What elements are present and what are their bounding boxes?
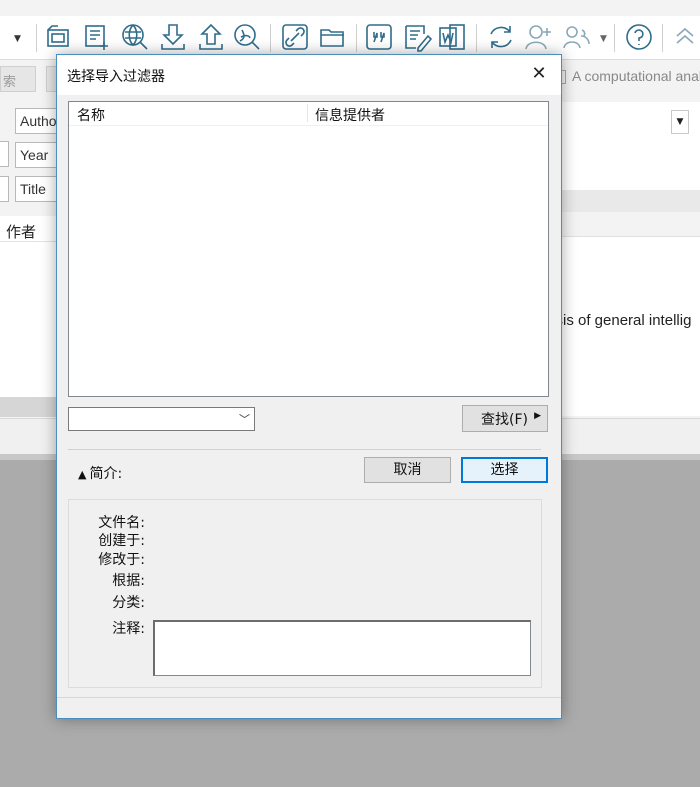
dialog-title: 选择导入过滤器: [67, 69, 165, 85]
toolbar-separator: [614, 24, 615, 52]
info-label-comment: 注释:: [112, 621, 145, 637]
info-label-created: 创建于:: [98, 533, 145, 549]
dialog-bottom-divider: [57, 697, 561, 698]
share-group-icon[interactable]: [562, 22, 592, 52]
reference-title-text: A computational anal: [572, 68, 700, 84]
toolbar-separator: [476, 24, 477, 52]
share-dropdown-icon[interactable]: ▼: [600, 34, 607, 44]
field-dropdown[interactable]: [0, 141, 9, 167]
dropdown-arrow-icon[interactable]: ▼: [14, 34, 21, 44]
import-icon[interactable]: [158, 22, 188, 52]
online-search-icon[interactable]: [120, 22, 150, 52]
new-group-icon[interactable]: [44, 22, 74, 52]
info-label-filename: 文件名:: [98, 515, 145, 531]
field-dropdown[interactable]: [0, 176, 9, 202]
brief-toggle[interactable]: ▲ 简介:: [78, 463, 122, 483]
find-button[interactable]: 查找(F) ▶: [462, 405, 548, 432]
cancel-button[interactable]: 取消: [364, 457, 451, 483]
brief-label: 简介:: [89, 466, 123, 482]
sync-icon[interactable]: [486, 22, 516, 52]
word-icon[interactable]: [438, 22, 468, 52]
column-header-name[interactable]: 名称: [77, 105, 105, 125]
comment-textarea[interactable]: [153, 620, 531, 676]
find-button-label: 查找(F): [481, 412, 528, 428]
info-label-based-on: 根据:: [112, 573, 145, 589]
toolbar-separator: [270, 24, 271, 52]
info-label-category: 分类:: [112, 595, 145, 611]
chevron-down-icon[interactable]: ▼: [671, 110, 689, 134]
reference-list: [0, 242, 58, 397]
help-icon[interactable]: [624, 22, 654, 52]
share-user-icon[interactable]: [524, 22, 554, 52]
close-icon[interactable]: ✕: [525, 61, 553, 87]
chevron-right-icon: ▶: [534, 411, 541, 421]
export-icon[interactable]: [196, 22, 226, 52]
find-pdf-icon[interactable]: [232, 22, 262, 52]
select-button[interactable]: 选择: [461, 457, 548, 483]
column-divider[interactable]: [307, 104, 308, 122]
collapse-icon[interactable]: [670, 22, 700, 52]
toolbar-separator: [36, 24, 37, 52]
reference-title-tab[interactable]: A computational anal: [556, 68, 700, 90]
column-header-author[interactable]: 作者: [0, 216, 58, 242]
toolbar-separator: [662, 24, 663, 52]
info-label-modified: 修改于:: [98, 552, 145, 568]
list-header: 名称 信息提供者: [69, 102, 548, 126]
reference-preview-text: ysis of general intellig: [548, 312, 692, 329]
edit-document-icon[interactable]: [402, 22, 433, 52]
search-field[interactable]: 索: [0, 66, 36, 92]
toolbar-separator: [356, 24, 357, 52]
scrollbar[interactable]: [0, 397, 58, 417]
quote-icon[interactable]: [364, 22, 394, 52]
open-folder-icon[interactable]: [318, 22, 348, 52]
chevron-down-icon[interactable]: ﹀: [239, 411, 250, 427]
panel-band: [560, 190, 700, 212]
dialog-titlebar: 选择导入过滤器 ✕: [57, 55, 561, 95]
column-header-provider[interactable]: 信息提供者: [315, 105, 385, 125]
link-icon[interactable]: [280, 22, 310, 52]
new-reference-icon[interactable]: [82, 22, 112, 52]
divider: [68, 449, 541, 450]
collapse-arrow-icon: ▲: [78, 468, 87, 481]
filter-list[interactable]: 名称 信息提供者: [68, 101, 549, 397]
filter-combo[interactable]: ﹀: [68, 407, 255, 431]
import-filter-dialog: 选择导入过滤器 ✕ 名称 信息提供者 ﹀ 查找(F) ▶ ▲ 简介: 取消 选择 …: [56, 54, 562, 719]
filter-info-panel: 文件名: 创建于: 修改于: 根据: 分类: 注释:: [68, 499, 542, 688]
